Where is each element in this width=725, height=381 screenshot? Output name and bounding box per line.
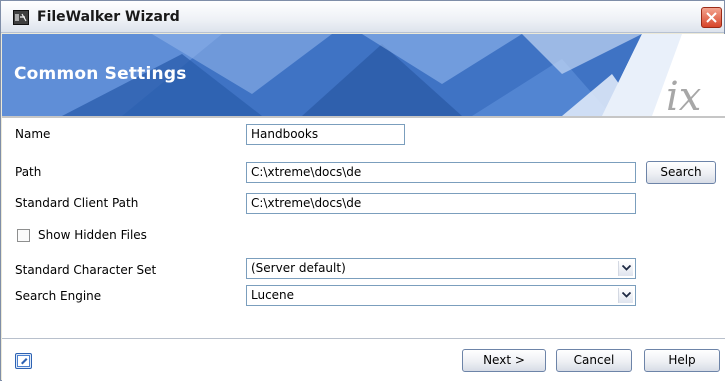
show-hidden-files-label[interactable]: Show Hidden Files	[38, 228, 147, 242]
path-label: Path	[15, 165, 42, 179]
help-button[interactable]: Help	[644, 349, 720, 372]
charset-value: (Server default)	[251, 261, 346, 275]
search-button[interactable]: Search	[646, 161, 716, 184]
cancel-button[interactable]: Cancel	[556, 349, 632, 372]
wizard-footer: Next > Cancel Help	[2, 339, 725, 381]
settings-form: Name Handbooks Path C:\xtreme\docs\de Se…	[2, 118, 725, 338]
brand-logo: ix	[666, 74, 702, 116]
name-label: Name	[15, 127, 51, 141]
search-engine-label: Search Engine	[15, 289, 102, 303]
search-engine-select[interactable]: Lucene	[246, 285, 636, 306]
path-field[interactable]: C:\xtreme\docs\de	[246, 162, 636, 183]
client-path-label: Standard Client Path	[15, 196, 139, 210]
app-icon	[13, 10, 29, 25]
chevron-down-icon[interactable]	[618, 288, 633, 303]
page-title: Common Settings	[14, 64, 187, 84]
show-hidden-files-checkbox[interactable]	[17, 229, 30, 242]
help-icon[interactable]	[15, 353, 32, 369]
charset-label: Standard Character Set	[15, 263, 157, 277]
wizard-banner: Common Settings ix	[2, 34, 725, 116]
client-path-field[interactable]: C:\xtreme\docs\de	[246, 193, 636, 214]
chevron-down-icon[interactable]	[618, 261, 633, 276]
title-bar[interactable]: FileWalker Wizard	[1, 1, 724, 33]
name-field[interactable]: Handbooks	[246, 124, 405, 145]
wizard-window: FileWalker Wizard Common Settings ix Nam…	[0, 0, 725, 381]
charset-select[interactable]: (Server default)	[246, 258, 636, 279]
close-button[interactable]	[701, 7, 722, 28]
search-engine-value: Lucene	[251, 288, 295, 302]
next-button[interactable]: Next >	[462, 349, 546, 372]
close-icon	[706, 12, 717, 23]
window-title: FileWalker Wizard	[37, 9, 180, 25]
